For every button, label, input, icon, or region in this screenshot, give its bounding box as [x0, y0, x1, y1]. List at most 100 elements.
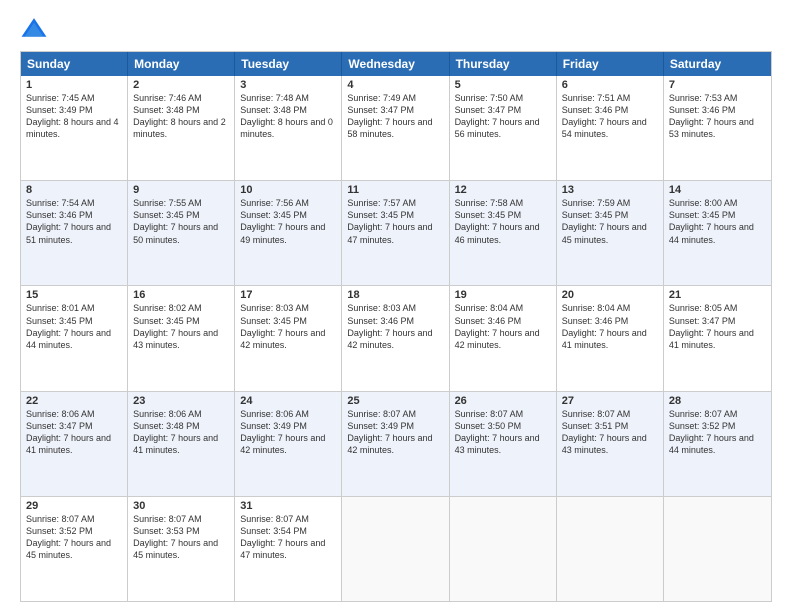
day-info: Sunrise: 7:57 AM Sunset: 3:45 PM Dayligh…	[347, 197, 443, 246]
day-cell-14: 14Sunrise: 8:00 AM Sunset: 3:45 PM Dayli…	[664, 181, 771, 285]
day-cell-31: 31Sunrise: 8:07 AM Sunset: 3:54 PM Dayli…	[235, 497, 342, 601]
day-info: Sunrise: 7:53 AM Sunset: 3:46 PM Dayligh…	[669, 92, 766, 141]
day-info: Sunrise: 8:04 AM Sunset: 3:46 PM Dayligh…	[562, 302, 658, 351]
day-info: Sunrise: 8:05 AM Sunset: 3:47 PM Dayligh…	[669, 302, 766, 351]
header-day-thursday: Thursday	[450, 52, 557, 76]
logo	[20, 15, 52, 43]
day-cell-28: 28Sunrise: 8:07 AM Sunset: 3:52 PM Dayli…	[664, 392, 771, 496]
day-cell-11: 11Sunrise: 7:57 AM Sunset: 3:45 PM Dayli…	[342, 181, 449, 285]
day-cell-17: 17Sunrise: 8:03 AM Sunset: 3:45 PM Dayli…	[235, 286, 342, 390]
day-info: Sunrise: 8:06 AM Sunset: 3:47 PM Dayligh…	[26, 408, 122, 457]
day-cell-9: 9Sunrise: 7:55 AM Sunset: 3:45 PM Daylig…	[128, 181, 235, 285]
day-info: Sunrise: 7:49 AM Sunset: 3:47 PM Dayligh…	[347, 92, 443, 141]
day-info: Sunrise: 8:07 AM Sunset: 3:50 PM Dayligh…	[455, 408, 551, 457]
day-cell-1: 1Sunrise: 7:45 AM Sunset: 3:49 PM Daylig…	[21, 76, 128, 180]
day-cell-12: 12Sunrise: 7:58 AM Sunset: 3:45 PM Dayli…	[450, 181, 557, 285]
day-info: Sunrise: 8:07 AM Sunset: 3:53 PM Dayligh…	[133, 513, 229, 562]
header-day-wednesday: Wednesday	[342, 52, 449, 76]
calendar-body: 1Sunrise: 7:45 AM Sunset: 3:49 PM Daylig…	[21, 76, 771, 601]
day-info: Sunrise: 7:48 AM Sunset: 3:48 PM Dayligh…	[240, 92, 336, 141]
day-cell-20: 20Sunrise: 8:04 AM Sunset: 3:46 PM Dayli…	[557, 286, 664, 390]
day-info: Sunrise: 7:58 AM Sunset: 3:45 PM Dayligh…	[455, 197, 551, 246]
day-info: Sunrise: 8:07 AM Sunset: 3:49 PM Dayligh…	[347, 408, 443, 457]
day-cell-5: 5Sunrise: 7:50 AM Sunset: 3:47 PM Daylig…	[450, 76, 557, 180]
day-info: Sunrise: 7:56 AM Sunset: 3:45 PM Dayligh…	[240, 197, 336, 246]
day-cell-30: 30Sunrise: 8:07 AM Sunset: 3:53 PM Dayli…	[128, 497, 235, 601]
day-number: 16	[133, 289, 229, 301]
day-info: Sunrise: 7:46 AM Sunset: 3:48 PM Dayligh…	[133, 92, 229, 141]
day-number: 6	[562, 79, 658, 91]
day-info: Sunrise: 7:54 AM Sunset: 3:46 PM Dayligh…	[26, 197, 122, 246]
day-number: 12	[455, 184, 551, 196]
day-info: Sunrise: 8:07 AM Sunset: 3:54 PM Dayligh…	[240, 513, 336, 562]
day-number: 19	[455, 289, 551, 301]
header-day-sunday: Sunday	[21, 52, 128, 76]
day-number: 29	[26, 500, 122, 512]
calendar-row-2: 8Sunrise: 7:54 AM Sunset: 3:46 PM Daylig…	[21, 181, 771, 286]
calendar-row-1: 1Sunrise: 7:45 AM Sunset: 3:49 PM Daylig…	[21, 76, 771, 181]
day-cell-13: 13Sunrise: 7:59 AM Sunset: 3:45 PM Dayli…	[557, 181, 664, 285]
day-info: Sunrise: 7:59 AM Sunset: 3:45 PM Dayligh…	[562, 197, 658, 246]
day-cell-18: 18Sunrise: 8:03 AM Sunset: 3:46 PM Dayli…	[342, 286, 449, 390]
day-info: Sunrise: 8:03 AM Sunset: 3:45 PM Dayligh…	[240, 302, 336, 351]
day-info: Sunrise: 8:07 AM Sunset: 3:51 PM Dayligh…	[562, 408, 658, 457]
logo-icon	[20, 15, 48, 43]
day-cell-7: 7Sunrise: 7:53 AM Sunset: 3:46 PM Daylig…	[664, 76, 771, 180]
day-cell-23: 23Sunrise: 8:06 AM Sunset: 3:48 PM Dayli…	[128, 392, 235, 496]
empty-cell	[557, 497, 664, 601]
day-info: Sunrise: 8:00 AM Sunset: 3:45 PM Dayligh…	[669, 197, 766, 246]
day-cell-26: 26Sunrise: 8:07 AM Sunset: 3:50 PM Dayli…	[450, 392, 557, 496]
calendar-row-3: 15Sunrise: 8:01 AM Sunset: 3:45 PM Dayli…	[21, 286, 771, 391]
day-info: Sunrise: 7:55 AM Sunset: 3:45 PM Dayligh…	[133, 197, 229, 246]
day-info: Sunrise: 8:07 AM Sunset: 3:52 PM Dayligh…	[669, 408, 766, 457]
day-number: 22	[26, 395, 122, 407]
day-cell-3: 3Sunrise: 7:48 AM Sunset: 3:48 PM Daylig…	[235, 76, 342, 180]
day-number: 3	[240, 79, 336, 91]
header-day-friday: Friday	[557, 52, 664, 76]
day-cell-16: 16Sunrise: 8:02 AM Sunset: 3:45 PM Dayli…	[128, 286, 235, 390]
day-number: 14	[669, 184, 766, 196]
day-number: 23	[133, 395, 229, 407]
header	[20, 15, 772, 43]
day-number: 10	[240, 184, 336, 196]
day-number: 9	[133, 184, 229, 196]
day-number: 25	[347, 395, 443, 407]
day-cell-8: 8Sunrise: 7:54 AM Sunset: 3:46 PM Daylig…	[21, 181, 128, 285]
page: SundayMondayTuesdayWednesdayThursdayFrid…	[0, 0, 792, 612]
day-cell-15: 15Sunrise: 8:01 AM Sunset: 3:45 PM Dayli…	[21, 286, 128, 390]
day-number: 27	[562, 395, 658, 407]
day-number: 20	[562, 289, 658, 301]
day-info: Sunrise: 8:06 AM Sunset: 3:48 PM Dayligh…	[133, 408, 229, 457]
day-cell-10: 10Sunrise: 7:56 AM Sunset: 3:45 PM Dayli…	[235, 181, 342, 285]
day-cell-27: 27Sunrise: 8:07 AM Sunset: 3:51 PM Dayli…	[557, 392, 664, 496]
empty-cell	[450, 497, 557, 601]
day-number: 13	[562, 184, 658, 196]
day-info: Sunrise: 7:50 AM Sunset: 3:47 PM Dayligh…	[455, 92, 551, 141]
day-number: 8	[26, 184, 122, 196]
day-info: Sunrise: 8:03 AM Sunset: 3:46 PM Dayligh…	[347, 302, 443, 351]
day-cell-21: 21Sunrise: 8:05 AM Sunset: 3:47 PM Dayli…	[664, 286, 771, 390]
calendar-row-4: 22Sunrise: 8:06 AM Sunset: 3:47 PM Dayli…	[21, 392, 771, 497]
day-info: Sunrise: 8:01 AM Sunset: 3:45 PM Dayligh…	[26, 302, 122, 351]
day-cell-24: 24Sunrise: 8:06 AM Sunset: 3:49 PM Dayli…	[235, 392, 342, 496]
day-number: 28	[669, 395, 766, 407]
day-info: Sunrise: 7:51 AM Sunset: 3:46 PM Dayligh…	[562, 92, 658, 141]
day-cell-19: 19Sunrise: 8:04 AM Sunset: 3:46 PM Dayli…	[450, 286, 557, 390]
day-number: 17	[240, 289, 336, 301]
day-cell-29: 29Sunrise: 8:07 AM Sunset: 3:52 PM Dayli…	[21, 497, 128, 601]
calendar-row-5: 29Sunrise: 8:07 AM Sunset: 3:52 PM Dayli…	[21, 497, 771, 601]
day-number: 1	[26, 79, 122, 91]
day-cell-25: 25Sunrise: 8:07 AM Sunset: 3:49 PM Dayli…	[342, 392, 449, 496]
calendar: SundayMondayTuesdayWednesdayThursdayFrid…	[20, 51, 772, 602]
day-number: 18	[347, 289, 443, 301]
calendar-header: SundayMondayTuesdayWednesdayThursdayFrid…	[21, 52, 771, 76]
empty-cell	[342, 497, 449, 601]
day-cell-4: 4Sunrise: 7:49 AM Sunset: 3:47 PM Daylig…	[342, 76, 449, 180]
day-cell-2: 2Sunrise: 7:46 AM Sunset: 3:48 PM Daylig…	[128, 76, 235, 180]
header-day-saturday: Saturday	[664, 52, 771, 76]
day-cell-22: 22Sunrise: 8:06 AM Sunset: 3:47 PM Dayli…	[21, 392, 128, 496]
day-number: 5	[455, 79, 551, 91]
day-info: Sunrise: 8:07 AM Sunset: 3:52 PM Dayligh…	[26, 513, 122, 562]
day-number: 24	[240, 395, 336, 407]
day-number: 30	[133, 500, 229, 512]
